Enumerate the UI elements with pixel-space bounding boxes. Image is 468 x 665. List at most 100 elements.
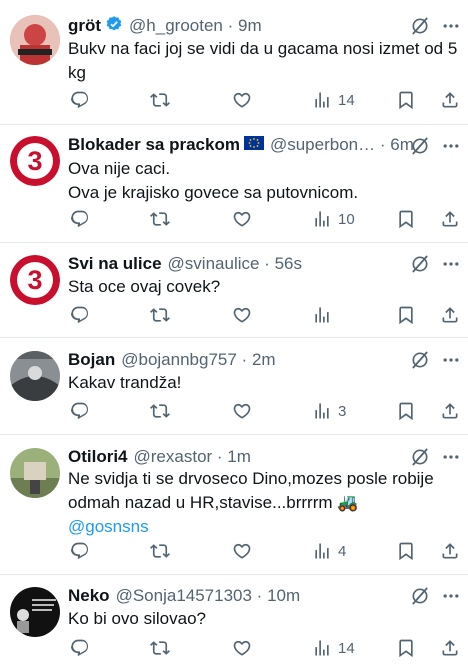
avatar[interactable] bbox=[10, 587, 60, 637]
grok-icon[interactable] bbox=[410, 136, 430, 156]
bookmark-button[interactable] bbox=[396, 88, 416, 112]
avatar[interactable] bbox=[10, 351, 60, 401]
avatar[interactable]: 3 bbox=[10, 136, 60, 186]
timestamp[interactable]: 10m bbox=[267, 586, 300, 606]
handle[interactable]: @svinaulice bbox=[168, 254, 260, 274]
retweet-button[interactable] bbox=[150, 88, 170, 112]
like-button[interactable] bbox=[232, 207, 252, 231]
timestamp[interactable]: 56s bbox=[275, 254, 302, 274]
reply-button[interactable] bbox=[70, 207, 90, 231]
retweet-button[interactable] bbox=[150, 207, 170, 231]
more-icon[interactable] bbox=[440, 350, 462, 370]
share-icon bbox=[440, 209, 460, 229]
reply-icon bbox=[70, 209, 90, 229]
views-count: 14 bbox=[338, 639, 355, 657]
grok-icon[interactable] bbox=[410, 16, 430, 36]
retweet-button[interactable] bbox=[150, 636, 170, 660]
like-button[interactable] bbox=[232, 539, 252, 563]
bookmark-button[interactable] bbox=[396, 539, 416, 563]
share-button[interactable] bbox=[440, 636, 460, 660]
handle[interactable]: @Sonja14571303 bbox=[116, 586, 252, 606]
timestamp[interactable]: 2m bbox=[252, 350, 276, 370]
views-button[interactable]: 4 bbox=[312, 539, 346, 563]
tweet[interactable]: Bojan @bojannbg757 · 2m Kakav trandža! 3 bbox=[0, 338, 468, 435]
grok-icon[interactable] bbox=[410, 447, 430, 467]
views-button[interactable] bbox=[312, 303, 332, 327]
tweet-header: Blokader sa prackom @superbon… · 6m bbox=[68, 135, 414, 155]
grok-icon[interactable] bbox=[410, 254, 430, 274]
views-count: 4 bbox=[338, 542, 347, 560]
display-name[interactable]: Svi na ulice bbox=[68, 254, 162, 274]
reply-button[interactable] bbox=[70, 636, 90, 660]
reply-button[interactable] bbox=[70, 399, 90, 423]
reply-icon bbox=[70, 305, 90, 325]
grok-icon[interactable] bbox=[410, 586, 430, 606]
views-button[interactable]: 14 bbox=[312, 88, 355, 112]
like-button[interactable] bbox=[232, 88, 252, 112]
tweet-text-line: Kakav trandža! bbox=[68, 373, 182, 392]
like-button[interactable] bbox=[232, 636, 252, 660]
grok-icon[interactable] bbox=[410, 350, 430, 370]
tweet[interactable]: gröt @h_grooten · 9m Bukv na faci joj se… bbox=[0, 0, 468, 125]
handle[interactable]: @superbon… bbox=[270, 135, 375, 155]
tweet-text: Kakav trandža! bbox=[68, 371, 454, 395]
timestamp[interactable]: 9m bbox=[238, 16, 262, 36]
reply-icon bbox=[70, 401, 90, 421]
avatar[interactable]: 3 bbox=[10, 255, 60, 305]
tweet-actions: 10 bbox=[68, 207, 458, 231]
like-button[interactable] bbox=[232, 303, 252, 327]
share-button[interactable] bbox=[440, 539, 460, 563]
bookmark-button[interactable] bbox=[396, 303, 416, 327]
tweet[interactable]: 3 Svi na ulice @svinaulice · 56s Sta oce… bbox=[0, 243, 468, 338]
reply-button[interactable] bbox=[70, 303, 90, 327]
heart-icon bbox=[232, 401, 252, 421]
heart-icon bbox=[232, 541, 252, 561]
heart-icon bbox=[232, 90, 252, 110]
more-icon[interactable] bbox=[440, 136, 462, 156]
handle[interactable]: @rexastor bbox=[134, 447, 213, 467]
tweet[interactable]: 3 Blokader sa prackom @superbon… · 6m Ov… bbox=[0, 125, 468, 243]
reply-button[interactable] bbox=[70, 88, 90, 112]
display-name[interactable]: Bojan bbox=[68, 350, 115, 370]
handle[interactable]: @h_grooten bbox=[129, 16, 223, 36]
share-button[interactable] bbox=[440, 303, 460, 327]
display-name[interactable]: Otilori4 bbox=[68, 447, 128, 467]
views-button[interactable]: 3 bbox=[312, 399, 346, 423]
tweet-text: Sta oce ovaj covek? bbox=[68, 275, 454, 299]
like-button[interactable] bbox=[232, 399, 252, 423]
tweet-actions: 4 bbox=[68, 539, 458, 563]
tweet-text-line: Bukv na faci joj se vidi da u gacama nos… bbox=[68, 39, 458, 58]
retweet-button[interactable] bbox=[150, 399, 170, 423]
tweet[interactable]: Otilori4 @rexastor · 1m Ne svidja ti se … bbox=[0, 435, 468, 575]
retweet-icon bbox=[150, 401, 170, 421]
retweet-button[interactable] bbox=[150, 539, 170, 563]
bookmark-button[interactable] bbox=[396, 399, 416, 423]
reply-button[interactable] bbox=[70, 539, 90, 563]
bookmark-button[interactable] bbox=[396, 207, 416, 231]
tweet-header: Svi na ulice @svinaulice · 56s bbox=[68, 254, 302, 274]
views-icon bbox=[312, 541, 332, 561]
timestamp[interactable]: 1m bbox=[227, 447, 251, 467]
more-icon[interactable] bbox=[440, 254, 462, 274]
views-count: 3 bbox=[338, 402, 347, 420]
share-button[interactable] bbox=[440, 399, 460, 423]
more-icon[interactable] bbox=[440, 16, 462, 36]
bookmark-button[interactable] bbox=[396, 636, 416, 660]
views-button[interactable]: 10 bbox=[312, 207, 355, 231]
views-button[interactable]: 14 bbox=[312, 636, 355, 660]
display-name[interactable]: Blokader sa prackom bbox=[68, 135, 240, 155]
more-icon[interactable] bbox=[440, 447, 462, 467]
share-button[interactable] bbox=[440, 88, 460, 112]
retweet-button[interactable] bbox=[150, 303, 170, 327]
handle[interactable]: @bojannbg757 bbox=[121, 350, 237, 370]
heart-icon bbox=[232, 209, 252, 229]
avatar[interactable] bbox=[10, 15, 60, 65]
avatar[interactable] bbox=[10, 448, 60, 498]
display-name[interactable]: gröt bbox=[68, 16, 101, 36]
mention-link[interactable]: @gosnsns bbox=[68, 515, 454, 539]
tweet[interactable]: Neko @Sonja14571303 · 10m Ko bi ovo silo… bbox=[0, 575, 468, 665]
display-name[interactable]: Neko bbox=[68, 586, 110, 606]
retweet-icon bbox=[150, 90, 170, 110]
share-button[interactable] bbox=[440, 207, 460, 231]
more-icon[interactable] bbox=[440, 586, 462, 606]
